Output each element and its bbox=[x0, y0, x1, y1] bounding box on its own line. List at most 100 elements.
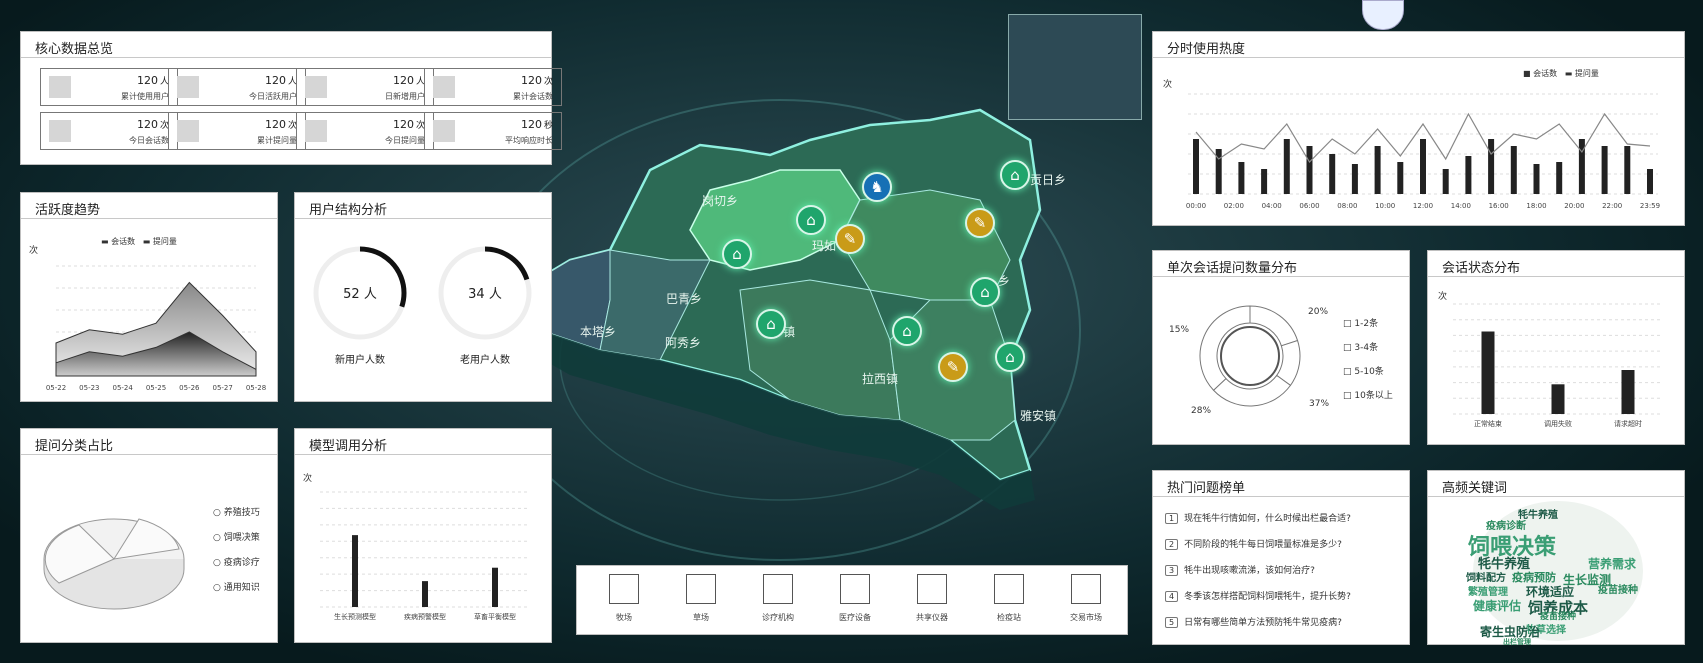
nav-label: 诊疗机构 bbox=[762, 613, 794, 622]
hot-question-item[interactable]: 2 不同阶段的牦牛每日饲喂量标准是多少? bbox=[1165, 537, 1342, 550]
bar bbox=[1329, 154, 1336, 194]
hot-question-item[interactable]: 4 冬季该怎样搭配饲料饲喂牦牛，提升长势? bbox=[1165, 589, 1351, 602]
x-tick: 00:00 bbox=[1186, 202, 1206, 210]
legend-square-icon: □ bbox=[1343, 343, 1355, 353]
nav-item-1[interactable]: 草场 bbox=[671, 574, 731, 623]
legend-item[interactable]: □ 10条以上 bbox=[1343, 388, 1393, 401]
x-tick: 05-28 bbox=[246, 384, 266, 392]
stat-value: 120 次 bbox=[264, 118, 297, 131]
rank-badge: 4 bbox=[1165, 591, 1179, 602]
map-pin-horse-icon[interactable]: ♞ bbox=[862, 172, 892, 202]
nav-icon bbox=[917, 574, 947, 604]
stat-card: 120 人今日活跃用户 bbox=[168, 68, 306, 106]
map-pin-tool-icon[interactable]: ✎ bbox=[938, 352, 968, 382]
pct-label: 15% bbox=[1169, 325, 1190, 335]
x-tick: 正常结束 bbox=[1474, 419, 1502, 428]
x-tick: 06:00 bbox=[1299, 202, 1319, 210]
legend-circle-icon: ○ bbox=[213, 558, 224, 568]
stat-card: 120 次今日会话数 bbox=[40, 112, 178, 150]
bar bbox=[1621, 370, 1635, 414]
panel-title: 单次会话提问数量分布 bbox=[1153, 251, 1409, 277]
nav-icon bbox=[1071, 574, 1101, 604]
nav-item-6[interactable]: 交易市场 bbox=[1056, 574, 1116, 623]
nav-label: 交易市场 bbox=[1070, 613, 1102, 622]
nav-icon bbox=[994, 574, 1024, 604]
nav-item-2[interactable]: 诊疗机构 bbox=[748, 574, 808, 623]
legend-label: 疫病诊疗 bbox=[223, 558, 260, 568]
map-overlay-box bbox=[1008, 14, 1142, 120]
legend-item[interactable]: ○ 饲喂决策 bbox=[213, 530, 260, 543]
bar bbox=[1488, 139, 1495, 194]
stat-label: 今日活跃用户 bbox=[249, 92, 297, 101]
x-tick: 05-23 bbox=[79, 384, 99, 392]
map-pin-home-icon[interactable]: ⌂ bbox=[892, 316, 922, 346]
stat-card: 120 次今日提问量 bbox=[296, 112, 434, 150]
bar bbox=[1465, 156, 1472, 194]
question-text: 现在牦牛行情如何，什么时候出栏最合适? bbox=[1184, 514, 1351, 524]
bar bbox=[1442, 169, 1449, 194]
map-pin-home-icon[interactable]: ⌂ bbox=[722, 239, 752, 269]
nav-label: 共享仪器 bbox=[916, 613, 948, 622]
question-category-panel: 提问分类占比 ○ 养殖技巧 ○ 饲喂决策 ○ 疫病诊疗 ○ 通用知识 bbox=[20, 428, 278, 643]
legend-item: 提问量 bbox=[1574, 69, 1599, 78]
map-pin-home-icon[interactable]: ⌂ bbox=[796, 205, 826, 235]
legend-item[interactable]: □ 5-10条 bbox=[1343, 364, 1393, 377]
map-pin-tool-icon[interactable]: ✎ bbox=[965, 208, 995, 238]
stat-value: 120 次 bbox=[136, 118, 169, 131]
legend-item[interactable]: □ 1-2条 bbox=[1343, 316, 1393, 329]
nav-item-0[interactable]: 牧场 bbox=[594, 574, 654, 623]
map-label: 雅安镇 bbox=[1020, 409, 1057, 423]
legend-item[interactable]: ○ 通用知识 bbox=[213, 580, 260, 593]
question-text: 不同阶段的牦牛每日饲喂量标准是多少? bbox=[1184, 540, 1342, 550]
bar bbox=[1261, 169, 1268, 194]
bar bbox=[492, 567, 498, 607]
pie-3d-chart bbox=[43, 518, 185, 610]
map-pin-home-icon[interactable]: ⌂ bbox=[756, 309, 786, 339]
legend-label: 通用知识 bbox=[223, 583, 260, 593]
hourly-chart: 00:00 02:00 04:00 06:00 08:00 10:00 12:00 14:00… bbox=[1186, 93, 1660, 210]
x-tick: 14:00 bbox=[1451, 202, 1471, 210]
legend-square-icon: □ bbox=[1343, 391, 1355, 401]
nav-item-5[interactable]: 检疫站 bbox=[979, 574, 1039, 623]
nav-icon bbox=[686, 574, 716, 604]
model-call-panel: 模型调用分析 次 生长预测模型 疾病预警模型 草畜平衡模型 bbox=[294, 428, 552, 643]
map-pin-home-icon[interactable]: ⌂ bbox=[970, 277, 1000, 307]
new-user-value: 52 人 bbox=[343, 287, 377, 302]
old-user-value: 34 人 bbox=[468, 287, 502, 302]
panel-title: 分时使用热度 bbox=[1153, 32, 1684, 58]
stat-icon bbox=[177, 120, 199, 142]
map-pin-tool-icon[interactable]: ✎ bbox=[835, 224, 865, 254]
map-pin-home-icon[interactable]: ⌂ bbox=[1000, 160, 1030, 190]
panel-title: 提问分类占比 bbox=[21, 429, 277, 455]
x-tick: 08:00 bbox=[1337, 202, 1357, 210]
x-tick: 请求超时 bbox=[1614, 419, 1642, 428]
nav-label: 医疗设备 bbox=[839, 613, 871, 622]
nav-item-4[interactable]: 共享仪器 bbox=[902, 574, 962, 623]
hot-questions-panel: 热门问题榜单 1 现在牦牛行情如何，什么时候出栏最合适? 2 不同阶段的牦牛每日饲喂量… bbox=[1152, 470, 1410, 645]
x-tick: 23:59 bbox=[1640, 202, 1660, 210]
hot-question-item[interactable]: 3 牦牛出现咳嗽流涕，该如何治疗? bbox=[1165, 563, 1315, 576]
map-pin-home-icon[interactable]: ⌂ bbox=[995, 342, 1025, 372]
legend-item[interactable]: ○ 疫病诊疗 bbox=[213, 555, 260, 568]
map-label: 阿秀乡 bbox=[665, 336, 702, 350]
assistant-robot-icon[interactable] bbox=[1362, 0, 1404, 30]
panel-title: 高频关键词 bbox=[1428, 471, 1684, 497]
bar bbox=[1283, 139, 1290, 194]
facility-nav-panel: 牧场 草场 诊疗机构 医疗设备 共享仪器 检疫站 交易市场 bbox=[576, 565, 1128, 635]
session-status-chart: 正常结束 调用失败 请求超时 bbox=[1453, 303, 1663, 428]
legend-item[interactable]: ○ 养殖技巧 bbox=[213, 505, 260, 518]
hot-question-item[interactable]: 1 现在牦牛行情如何，什么时候出栏最合适? bbox=[1165, 511, 1351, 524]
question-text: 冬季该怎样搭配饲料饲喂牦牛，提升长势? bbox=[1184, 592, 1351, 602]
old-user-label: 老用户人数 bbox=[460, 355, 510, 366]
legend-item[interactable]: □ 3-4条 bbox=[1343, 340, 1393, 353]
legend-label: 3-4条 bbox=[1354, 343, 1379, 353]
legend-square-icon: □ bbox=[1343, 319, 1355, 329]
nav-icon bbox=[609, 574, 639, 604]
dashboard: 岗切乡 贡日乡 巴青乡 玛如 本塔乡 阿秀乡 镇 乡 拉西镇 雅安镇 ⌂ ⌂ ♞… bbox=[0, 0, 1703, 663]
hot-question-item[interactable]: 5 日常有哪些简单方法预防牦牛常见疫病? bbox=[1165, 615, 1342, 628]
hourly-usage-panel: 分时使用热度 ■ 会话数 ▬ 提问量 次 00:00 02:00 04:00 06:0… bbox=[1152, 31, 1685, 226]
y-label: 次 bbox=[29, 246, 39, 256]
nav-label: 牧场 bbox=[616, 613, 632, 622]
map-label: 拉西镇 bbox=[862, 372, 899, 386]
nav-item-3[interactable]: 医疗设备 bbox=[825, 574, 885, 623]
